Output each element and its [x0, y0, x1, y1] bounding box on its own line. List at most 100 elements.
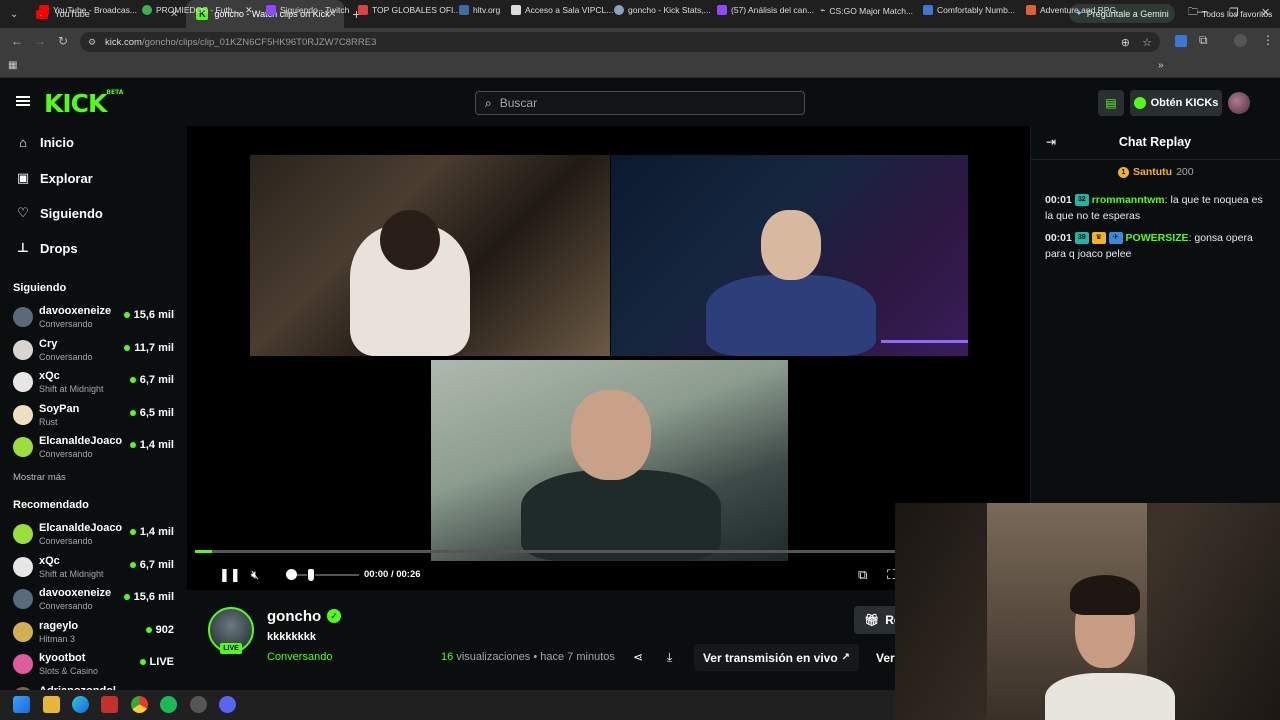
channel-name: kyootbot [39, 652, 86, 664]
show-more-link[interactable]: Mostrar más [13, 472, 66, 483]
avatar [13, 307, 33, 327]
kick-logo[interactable]: KICKBETA [44, 89, 123, 118]
store-button[interactable]: ▤ [1098, 90, 1124, 116]
pause-icon[interactable]: ❚❚ [219, 567, 241, 583]
progress-fill [195, 550, 212, 553]
sidebar-channel[interactable]: davooxeneize Conversando 15,6 mil [13, 305, 178, 335]
user-avatar[interactable] [1228, 92, 1250, 114]
bookmark-item[interactable]: TOP GLOBALES OFI... [358, 5, 461, 15]
tab-search-chevron-icon[interactable]: ⌄ [10, 9, 18, 20]
extension-icon[interactable] [1175, 35, 1187, 47]
progress-bar[interactable] [195, 550, 895, 553]
verified-icon: ✓ [327, 609, 341, 623]
sidebar-channel[interactable]: rageylo Hitman 3 902 [13, 620, 178, 650]
nav-inicio[interactable]: ⌂ Inicio [16, 135, 74, 150]
all-bookmarks-folder[interactable]: 🗀 Todos los favoritos [1188, 5, 1272, 22]
menu-dots-icon[interactable]: ⋮ [1262, 33, 1274, 47]
forward-icon[interactable]: → [34, 34, 46, 48]
spotify-icon[interactable] [160, 696, 177, 713]
zoom-icon[interactable]: ⊕ [1121, 36, 1130, 49]
channel-name[interactable]: goncho [267, 608, 321, 625]
home-icon: ⌂ [19, 135, 27, 150]
nav-siguiendo[interactable]: ♡ Siguiendo [16, 205, 103, 221]
sub-badge-icon: 32 [1074, 194, 1089, 207]
watch-live-button[interactable]: Ver transmisión en vivo ↗ [694, 644, 859, 671]
live-badge: LIVE [220, 643, 242, 654]
reload-icon[interactable]: ↻ [58, 34, 68, 48]
site-info-icon[interactable]: ⚙ [88, 37, 96, 48]
sidebar-channel[interactable]: SoyPan Rust 6,5 mil [13, 403, 178, 433]
sidebar-channel[interactable]: Cry Conversando 11,7 mil [13, 338, 178, 368]
chat-username[interactable]: POWERSIZE [1126, 232, 1189, 244]
nav-drops[interactable]: ⊥ Drops [16, 240, 78, 256]
external-link-icon: ↗ [841, 652, 851, 663]
viewer-count: 15,6 mil [123, 591, 174, 603]
webcam-overlay [895, 503, 1280, 720]
kicks-coin-icon [1133, 97, 1146, 109]
back-icon[interactable]: ← [11, 34, 23, 48]
url-input[interactable]: ⚙ kick.com/goncho/clips/clip_01KZN6CF5HK… [80, 32, 1160, 52]
steam-icon[interactable] [190, 696, 207, 713]
bookmark-item[interactable]: ✕ [245, 5, 253, 16]
bookmark-item[interactable]: Acceso a Sala VIPCL... [511, 5, 613, 15]
pip-icon[interactable]: ⧉ [858, 567, 867, 583]
live-dot-icon [123, 594, 130, 600]
search-input[interactable] [499, 96, 780, 110]
live-dot-icon [129, 529, 136, 535]
twitch-icon [266, 5, 276, 15]
bookmark-item[interactable]: (57) Análisis del can... [717, 5, 814, 15]
clip-views: 16 visualizaciones • hace 7 minutos [441, 651, 615, 663]
download-icon[interactable]: ⤓ [667, 650, 672, 665]
discord-icon[interactable] [219, 696, 236, 713]
clip-category[interactable]: Conversando [267, 651, 332, 663]
edge-icon[interactable] [72, 696, 89, 713]
menu-icon[interactable] [16, 96, 30, 106]
chat-username[interactable]: rrommanntwm [1092, 194, 1165, 206]
chrome-icon[interactable] [131, 696, 148, 713]
sidebar-channel[interactable]: davooxeneize Conversando 15,6 mil [13, 587, 178, 617]
live-dot-icon [145, 626, 152, 633]
viewer-count: 6,7 mil [129, 374, 174, 386]
bookmark-item[interactable]: Siguiendo - Twitch [266, 5, 349, 15]
following-title: Siguiendo [13, 282, 67, 294]
channel-name: Cry [39, 337, 58, 350]
avatar [13, 437, 33, 457]
apps-grid-icon[interactable]: ▦ [8, 60, 17, 71]
chat-message: 00:01 39 ♛ ✈ POWERSIZE: gonsa opera para… [1045, 232, 1253, 260]
sidebar-channel[interactable]: xQc Shift at Midnight 6,7 mil [13, 370, 178, 400]
file-explorer-icon[interactable] [43, 696, 60, 713]
pinned-gifter[interactable]: 1 Santutu 200 [1118, 166, 1194, 178]
nav-explorar[interactable]: ▣ Explorar [16, 170, 93, 186]
windows-start-icon[interactable] [13, 696, 30, 713]
app-icon[interactable] [101, 696, 118, 713]
avatar [13, 524, 33, 544]
bookmark-icon [1026, 5, 1036, 15]
bookmark-icon [511, 5, 521, 15]
bookmark-item[interactable]: ⌁ CS:GO Major Match... [820, 5, 913, 16]
bookmark-icon [358, 5, 368, 15]
bookmark-item[interactable]: hltv.org [459, 5, 500, 15]
mute-icon[interactable]: 🔇︎ [251, 567, 259, 583]
search-box[interactable]: ⌕ [475, 91, 805, 115]
bookmark-item[interactable]: YouTube - Broadcas... [39, 5, 137, 15]
share-icon[interactable]: ⋖ [633, 650, 643, 664]
sidebar-channel[interactable]: xQc Shift at Midnight 6,7 mil [13, 555, 178, 585]
coin-icon: 1 [1118, 166, 1129, 178]
channel-category: Conversando [39, 449, 93, 459]
more-bookmarks-icon[interactable]: » [1158, 60, 1164, 71]
sidebar-channel[interactable]: ElcanaldeJoaco Conversando 1,4 mil [13, 435, 178, 465]
chat-panel [1030, 126, 1280, 506]
extensions-puzzle-icon[interactable]: ⧉ [1199, 33, 1208, 48]
sidebar-channel[interactable]: ElcanaldeJoaco Conversando 1,4 mil [13, 522, 178, 552]
bookmark-item[interactable]: PROMIEDOS - Futb... [142, 5, 240, 15]
profile-icon[interactable] [1234, 34, 1247, 47]
sidebar-channel[interactable]: kyootbot Slots & Casino LIVE [13, 652, 178, 682]
bookmark-item[interactable]: Adventure and RPG... [1026, 5, 1123, 15]
channel-category: Shift at Midnight [39, 568, 104, 579]
bookmark-item[interactable]: goncho - Kick Stats,... [614, 5, 711, 15]
volume-slider-knob[interactable] [286, 569, 297, 580]
star-icon[interactable]: ☆ [1142, 36, 1152, 49]
bookmark-item[interactable]: Comfortably Numb... [923, 5, 1015, 15]
explore-icon: ▣ [16, 170, 30, 185]
get-kicks-button[interactable]: Obtén KICKs [1130, 90, 1222, 116]
